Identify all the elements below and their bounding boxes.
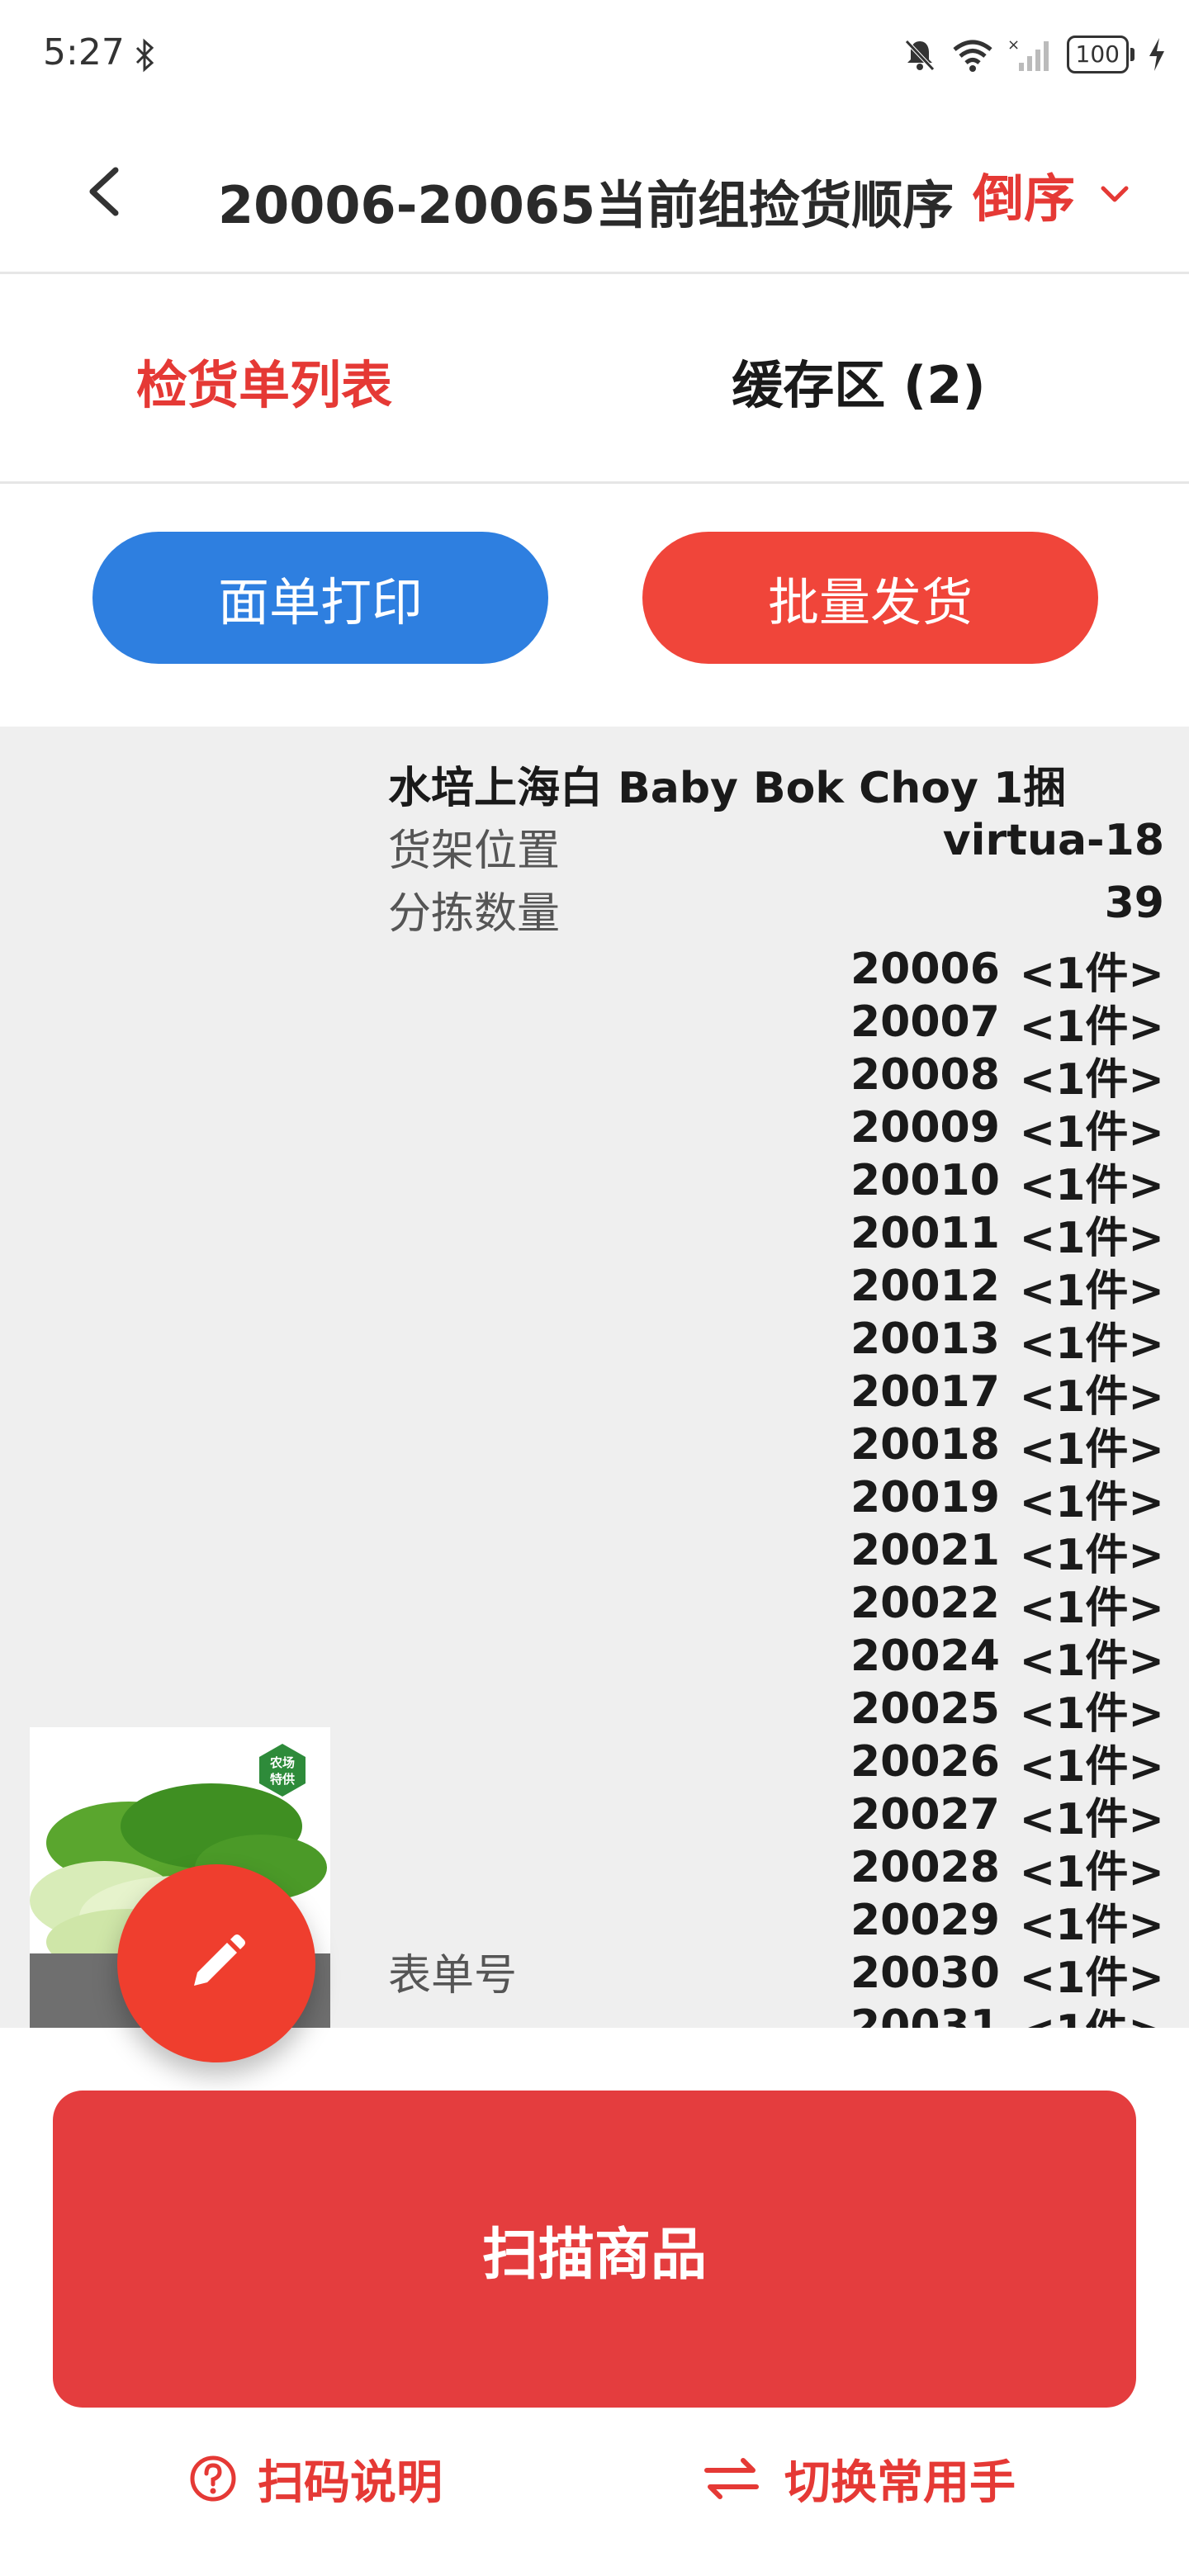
sort-order-label: 倒序 (973, 168, 1076, 229)
order-row: 20010 <1件> (850, 1154, 1164, 1210)
shelf-location-value: virtua-18 (942, 816, 1164, 865)
order-row: 20024 <1件> (850, 1630, 1164, 1686)
order-id: 20007 (850, 997, 1000, 1047)
pick-quantity-value: 39 (1104, 878, 1164, 928)
order-id: 20010 (850, 1156, 1000, 1205)
order-id: 20008 (850, 1050, 1000, 1100)
order-id: 20013 (850, 1314, 1000, 1364)
order-row: 20028 <1件> (850, 1841, 1164, 1897)
bluetooth-icon (135, 38, 154, 73)
order-row: 20025 <1件> (850, 1683, 1164, 1739)
order-id: 20024 (850, 1631, 1000, 1681)
order-id: 20006 (850, 945, 1000, 994)
pencil-icon (194, 1934, 245, 1986)
order-row: 20026 <1件> (850, 1735, 1164, 1792)
batch-ship-button[interactable]: 批量发货 (642, 532, 1098, 664)
svg-text:×: × (1007, 36, 1020, 54)
svg-text:农场: 农场 (269, 1755, 295, 1770)
order-id: 20021 (850, 1526, 1000, 1575)
battery-indicator: 100 (1066, 36, 1135, 73)
print-label-button[interactable]: 面单打印 (92, 532, 548, 664)
order-row: 20006 <1件> (850, 943, 1164, 999)
form-number-label: 表单号 (388, 1951, 518, 2001)
tab-picking-list[interactable]: 检货单列表 (0, 277, 594, 484)
order-id: 20025 (850, 1684, 1000, 1734)
order-row: 20021 <1件> (850, 1524, 1164, 1580)
scan-product-button[interactable]: 扫描商品 (53, 2091, 1136, 2408)
order-id: 20027 (850, 1790, 1000, 1840)
wifi-icon (952, 40, 992, 72)
order-id: 20009 (850, 1103, 1000, 1153)
status-time: 5:27 (43, 31, 125, 73)
app-header: 20006-20065当前组捡货顺序 倒序 (0, 124, 1189, 274)
order-row: 20012 <1件> (850, 1260, 1164, 1316)
order-id: 20030 (850, 1949, 1000, 1998)
order-row: 20022 <1件> (850, 1577, 1164, 1633)
shelf-location-label: 货架位置 (388, 826, 561, 876)
order-id: 20026 (850, 1737, 1000, 1787)
help-circle-icon (190, 2455, 236, 2502)
order-row: 20029 <1件> (850, 1894, 1164, 1950)
order-row: 20019 <1件> (850, 1471, 1164, 1527)
order-id: 20022 (850, 1579, 1000, 1628)
order-id: 20028 (850, 1843, 1000, 1892)
order-row: 20027 <1件> (850, 1788, 1164, 1844)
order-row: 20031<1件> (850, 2000, 1164, 2028)
order-row: 20018 <1件> (850, 1418, 1164, 1475)
tab-cache-area[interactable]: 缓存区 (2) (594, 277, 1189, 484)
chevron-down-icon (1101, 186, 1129, 202)
order-id: 20011 (850, 1209, 1000, 1258)
order-id: 20012 (850, 1262, 1000, 1311)
battery-level: 100 (1066, 36, 1129, 73)
swap-arrows-icon (704, 2458, 759, 2499)
product-name: 水培上海白 Baby Bok Choy 1捆 (388, 764, 1067, 813)
pick-quantity-label: 分拣数量 (388, 889, 561, 939)
order-id: 20019 (850, 1473, 1000, 1522)
cell-signal-icon: × (1007, 36, 1049, 71)
order-quantity: <1件> (999, 1996, 1164, 2029)
status-bar: 5:27 × 100 (0, 0, 1189, 107)
scan-help-link[interactable]: 扫码说明 (188, 2446, 443, 2512)
page-title: 20006-20065当前组捡货顺序 (218, 175, 955, 235)
mute-bell-icon (904, 40, 935, 71)
order-row: 20030 <1件> (850, 1947, 1164, 2003)
edit-fab-button[interactable] (117, 1864, 315, 2062)
order-row: 20007 <1件> (850, 996, 1164, 1052)
order-row: 20017 <1件> (850, 1366, 1164, 1422)
order-list: 20006 <1件> 20007 <1件> 20008 <1件> 20009 <1件> 2001… (850, 943, 1164, 2028)
switch-hand-link[interactable]: 切换常用手 (702, 2446, 1016, 2512)
farm-special-badge: 农场 特供 (259, 1744, 306, 1797)
order-row: 20013 <1件> (850, 1313, 1164, 1369)
order-row: 20008 <1件> (850, 1049, 1164, 1105)
charging-icon (1149, 38, 1164, 71)
battery-cap (1130, 48, 1135, 61)
order-id: 20018 (850, 1420, 1000, 1470)
order-id: 20017 (850, 1367, 1000, 1417)
sort-order-dropdown[interactable]: 倒序 (973, 157, 1131, 231)
order-row: 20009 <1件> (850, 1101, 1164, 1158)
tab-bar: 检货单列表 缓存区 (2) (0, 277, 1189, 484)
product-card[interactable]: 水培上海白 Baby Bok Choy 1捆 货架位置 virtua-18 分拣… (0, 727, 1189, 2028)
switch-hand-label: 切换常用手 (784, 2455, 1016, 2510)
order-id: 20031 (850, 2001, 1000, 2028)
scan-help-label: 扫码说明 (258, 2455, 443, 2510)
svg-text:特供: 特供 (270, 1772, 295, 1787)
order-id: 20029 (850, 1896, 1000, 1945)
back-arrow-icon[interactable] (73, 159, 139, 225)
status-icons: × 100 (902, 33, 1166, 76)
order-row: 20011 <1件> (850, 1207, 1164, 1263)
